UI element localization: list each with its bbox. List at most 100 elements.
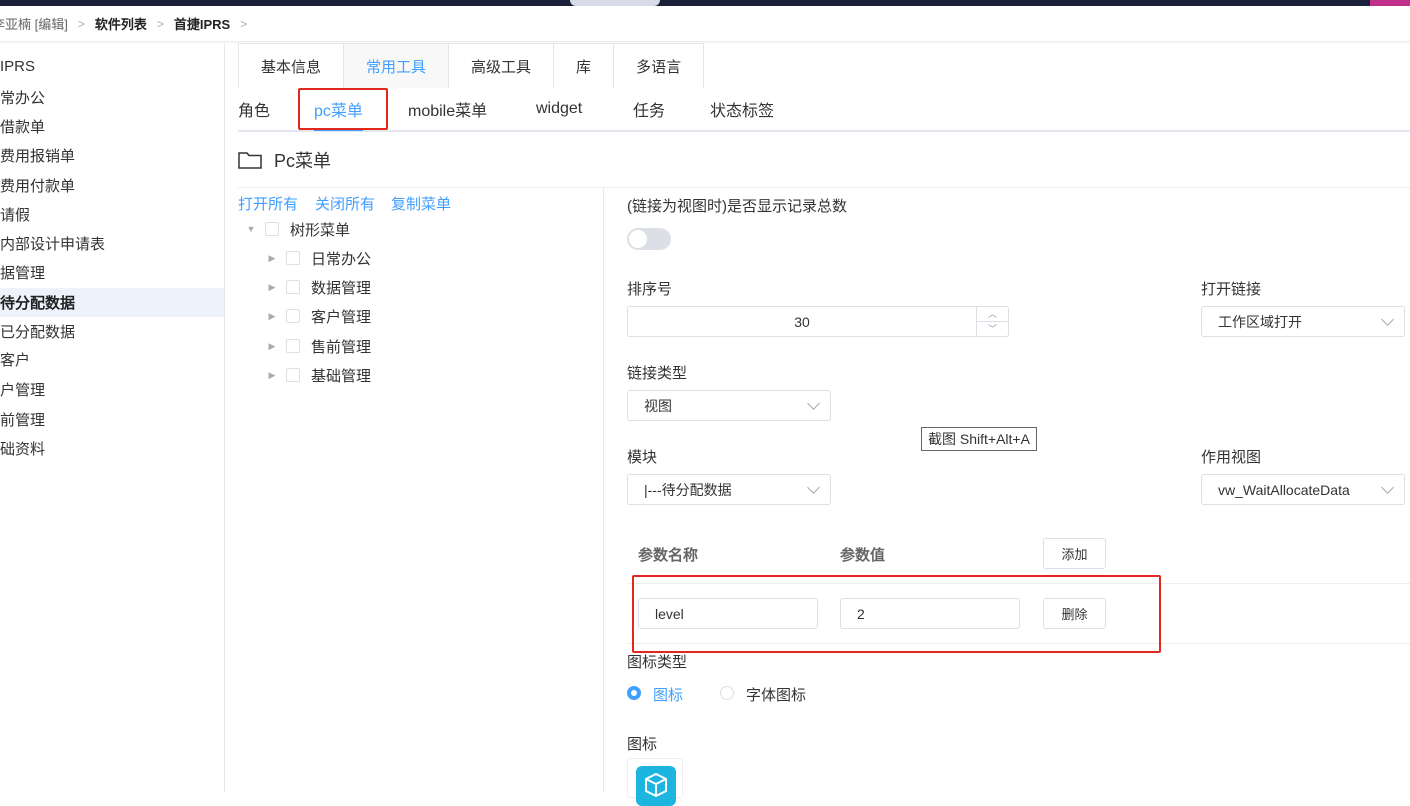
screenshot-tooltip: 截图 Shift+Alt+A xyxy=(921,427,1037,451)
highlight-box-params xyxy=(632,575,1161,653)
sidebar-item[interactable]: 费用报销单 xyxy=(0,141,224,170)
tab-tasks[interactable]: 任务 xyxy=(633,88,665,130)
caret-right-icon[interactable]: ▶ xyxy=(266,253,278,264)
module-value: |---待分配数据 xyxy=(644,481,732,498)
chevron-down-icon xyxy=(1381,313,1394,326)
tree-node[interactable]: ▶ 基础管理 xyxy=(266,363,371,387)
collapse-all-link[interactable]: 关闭所有 xyxy=(315,193,375,214)
caret-right-icon[interactable]: ▶ xyxy=(266,341,278,352)
caret-right-icon[interactable]: ▶ xyxy=(266,282,278,293)
caret-right-icon[interactable]: ▶ xyxy=(266,311,278,322)
menu-tree-panel: 打开所有 关闭所有 复制菜单 ▼ 树形菜单 ▶ 日常办公 ▶ 数据管理 ▶ 客户… xyxy=(225,188,604,792)
tree-node-label: 售前管理 xyxy=(311,338,372,356)
tree-checkbox[interactable] xyxy=(265,222,279,236)
primary-tabs: 基本信息 常用工具 高级工具 库 多语言 xyxy=(238,43,705,88)
sidebar-item[interactable]: IPRS xyxy=(0,52,224,81)
chevron-down-icon xyxy=(807,481,820,494)
sidebar-item[interactable]: 费用付款单 xyxy=(0,171,224,200)
sidebar: IPRS 常办公 借款单 费用报销单 费用付款单 请假 内部设计申请表 据管理 … xyxy=(0,43,225,792)
icon-type-radio-font[interactable] xyxy=(720,686,734,700)
link-type-select[interactable]: 视图 xyxy=(627,390,831,421)
sidebar-item[interactable]: 已分配数据 xyxy=(0,317,224,346)
module-select[interactable]: |---待分配数据 xyxy=(627,474,831,505)
icon-type-option-font[interactable]: 字体图标 xyxy=(746,684,806,705)
show-total-label: (链接为视图时)是否显示记录总数 xyxy=(627,198,847,215)
highlight-box-pc-menu xyxy=(298,88,388,130)
tree-checkbox[interactable] xyxy=(286,368,300,382)
toggle-knob xyxy=(629,230,647,248)
view-value: vw_WaitAllocateData xyxy=(1218,481,1350,498)
quantity-stepper[interactable]: ︿ ﹀ xyxy=(976,307,1008,336)
tree-node-label: 树形菜单 xyxy=(290,221,351,239)
tree-node-root[interactable]: ▼ 树形菜单 xyxy=(245,217,350,241)
tree-checkbox[interactable] xyxy=(286,280,300,294)
chevron-right-icon: > xyxy=(240,16,248,31)
chevron-down-icon xyxy=(1381,481,1394,494)
param-name-header: 参数名称 xyxy=(638,547,699,564)
stepper-up-icon[interactable]: ︿ xyxy=(977,307,1008,322)
stepper-down-icon[interactable]: ﹀ xyxy=(977,322,1008,337)
sidebar-item[interactable]: 常办公 xyxy=(0,83,224,112)
sidebar-item[interactable]: 前管理 xyxy=(0,405,224,434)
section-header: Pc菜单 xyxy=(238,146,331,174)
tree-node[interactable]: ▶ 售前管理 xyxy=(266,334,371,358)
tree-checkbox[interactable] xyxy=(286,339,300,353)
open-link-value: 工作区域打开 xyxy=(1218,313,1302,330)
sidebar-item[interactable]: 借款单 xyxy=(0,112,224,141)
add-param-button[interactable]: 添加 xyxy=(1043,538,1106,569)
link-type-value: 视图 xyxy=(644,397,672,414)
tab-widget[interactable]: widget xyxy=(536,88,582,130)
caret-right-icon[interactable]: ▶ xyxy=(266,370,278,381)
breadcrumb-user[interactable]: 李亚楠 [编辑] xyxy=(0,14,68,33)
tab-library[interactable]: 库 xyxy=(554,44,615,88)
section-title: Pc菜单 xyxy=(274,151,332,171)
open-link-select[interactable]: 工作区域打开 xyxy=(1201,306,1405,337)
sidebar-item[interactable]: 请假 xyxy=(0,200,224,229)
sidebar-item-active[interactable]: 待分配数据 xyxy=(0,288,224,317)
icon-picker[interactable] xyxy=(627,758,683,806)
tab-common-tools[interactable]: 常用工具 xyxy=(344,44,450,88)
sidebar-item[interactable]: 户管理 xyxy=(0,375,224,404)
copy-menu-link[interactable]: 复制菜单 xyxy=(391,193,451,214)
chevron-down-icon xyxy=(807,397,820,410)
tree-checkbox[interactable] xyxy=(286,309,300,323)
breadcrumb-current[interactable]: 首捷IPRS xyxy=(174,14,230,33)
link-type-label: 链接类型 xyxy=(627,365,688,382)
caret-down-icon[interactable]: ▼ xyxy=(245,224,257,234)
view-select[interactable]: vw_WaitAllocateData xyxy=(1201,474,1405,505)
tree-node[interactable]: ▶ 客户管理 xyxy=(266,304,371,328)
icon-type-label: 图标类型 xyxy=(627,654,688,671)
param-value-header: 参数值 xyxy=(840,547,886,564)
breadcrumb: 李亚楠 [编辑] > 软件列表 > 首捷IPRS > xyxy=(0,6,1410,42)
tab-mobile-menu[interactable]: mobile菜单 xyxy=(408,88,487,130)
cube-icon xyxy=(636,766,676,806)
tree-node-label: 客户管理 xyxy=(311,308,372,326)
sidebar-item[interactable]: 内部设计申请表 xyxy=(0,229,224,258)
tab-multilingual[interactable]: 多语言 xyxy=(614,44,704,88)
sidebar-item[interactable]: 客户 xyxy=(0,345,224,374)
tab-basic-info[interactable]: 基本信息 xyxy=(239,44,345,88)
icon-label: 图标 xyxy=(627,736,658,753)
show-total-toggle[interactable] xyxy=(627,228,671,250)
folder-icon xyxy=(238,152,262,169)
expand-all-link[interactable]: 打开所有 xyxy=(238,193,298,214)
sort-number-input[interactable]: 30 ︿ ﹀ xyxy=(627,306,1009,337)
sort-label: 排序号 xyxy=(627,281,673,298)
tab-status-tags[interactable]: 状态标签 xyxy=(710,88,774,130)
tree-node[interactable]: ▶ 日常办公 xyxy=(266,246,371,270)
sidebar-item[interactable]: 据管理 xyxy=(0,258,224,287)
tree-node-label: 数据管理 xyxy=(311,279,372,297)
breadcrumb-software-list[interactable]: 软件列表 xyxy=(95,14,147,33)
module-label: 模块 xyxy=(627,449,658,466)
sidebar-item[interactable]: 础资料 xyxy=(0,434,224,463)
icon-type-option-image[interactable]: 图标 xyxy=(653,684,683,705)
view-label: 作用视图 xyxy=(1201,449,1262,466)
tab-roles[interactable]: 角色 xyxy=(238,88,270,130)
chevron-right-icon: > xyxy=(77,16,85,31)
open-link-label: 打开链接 xyxy=(1201,281,1262,298)
tree-node[interactable]: ▶ 数据管理 xyxy=(266,275,371,299)
secondary-tabs: 角色 pc菜单 mobile菜单 widget 任务 状态标签 xyxy=(238,88,1410,132)
tab-advanced-tools[interactable]: 高级工具 xyxy=(449,44,555,88)
icon-type-radio-image[interactable] xyxy=(627,686,641,700)
tree-checkbox[interactable] xyxy=(286,251,300,265)
